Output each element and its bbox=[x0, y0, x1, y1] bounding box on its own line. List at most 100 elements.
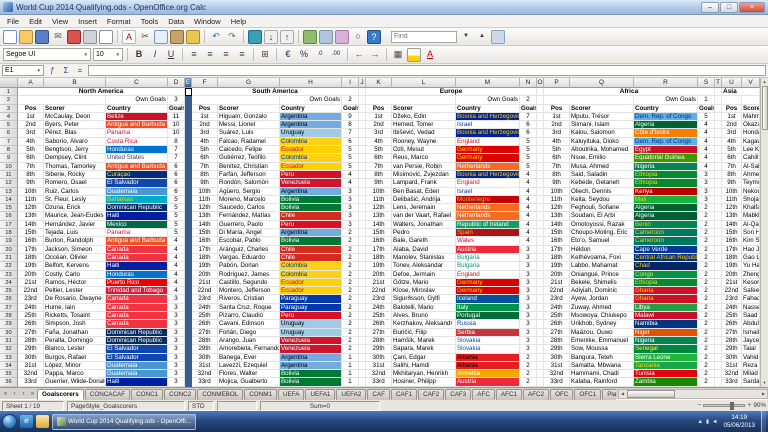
cell[interactable]: Own Goals bbox=[456, 96, 520, 105]
cell[interactable]: 6th bbox=[544, 154, 570, 163]
row-header-30[interactable]: 30 bbox=[0, 328, 18, 337]
cell[interactable]: 22nd bbox=[192, 287, 218, 296]
cell[interactable]: Algeria bbox=[634, 204, 698, 213]
cell[interactable]: Belfort, Kervens bbox=[44, 262, 106, 271]
cell[interactable]: 19th bbox=[366, 262, 392, 271]
cell[interactable]: 6th bbox=[366, 154, 392, 163]
cell[interactable]: Canada bbox=[106, 253, 168, 263]
cell[interactable]: Walters, Jonathan bbox=[392, 220, 456, 230]
cell[interactable]: Iceland bbox=[456, 295, 520, 304]
cell[interactable]: Rooney, Wayne bbox=[392, 137, 456, 147]
cell[interactable]: Argentina bbox=[280, 187, 342, 196]
cell[interactable]: 6 bbox=[168, 187, 185, 196]
horizontal-scrollbar[interactable]: ◀ ▶ bbox=[618, 388, 768, 399]
cell[interactable]: 27th bbox=[366, 328, 392, 337]
cell[interactable]: North America bbox=[18, 88, 185, 97]
italic-icon[interactable]: I bbox=[148, 48, 162, 62]
column-header-K[interactable]: K bbox=[366, 78, 392, 88]
cell[interactable]: 8 bbox=[168, 137, 185, 147]
cell[interactable]: 29th bbox=[192, 345, 218, 354]
cell[interactable]: Amorebieta, Fernando bbox=[218, 345, 280, 354]
align-center-icon[interactable]: ≡ bbox=[203, 48, 217, 62]
cell[interactable] bbox=[742, 96, 760, 105]
column-header-J[interactable]: J bbox=[359, 78, 366, 88]
cell[interactable]: Hao Ju bbox=[742, 245, 760, 254]
explorer-icon[interactable] bbox=[36, 415, 49, 428]
cell[interactable] bbox=[359, 170, 366, 180]
cell[interactable]: Cameroon bbox=[634, 229, 698, 238]
cell[interactable] bbox=[185, 336, 192, 346]
cell[interactable] bbox=[537, 262, 544, 271]
cell[interactable] bbox=[715, 287, 722, 296]
cell[interactable]: 2 bbox=[342, 336, 359, 346]
cell[interactable]: England bbox=[456, 137, 520, 147]
cell[interactable]: 1 bbox=[342, 361, 359, 371]
cell[interactable] bbox=[359, 121, 366, 130]
show-desktop-button[interactable] bbox=[761, 411, 766, 432]
cell[interactable]: Romero, Osael bbox=[44, 179, 106, 188]
sheet-tab-caf[interactable]: CAF bbox=[367, 388, 390, 400]
cell[interactable]: 17th bbox=[544, 245, 570, 254]
cell[interactable] bbox=[537, 270, 544, 279]
align-left-icon[interactable]: ≡ bbox=[187, 48, 201, 62]
column-header-B[interactable]: B bbox=[44, 78, 106, 88]
cell[interactable]: 29th bbox=[544, 345, 570, 354]
cell[interactable]: 19th bbox=[722, 262, 742, 271]
cell[interactable]: 6th bbox=[192, 154, 218, 163]
cell[interactable] bbox=[359, 378, 366, 387]
cell[interactable]: Argentina bbox=[280, 112, 342, 122]
menu-data[interactable]: Data bbox=[163, 17, 189, 26]
cell[interactable]: 19th bbox=[544, 262, 570, 271]
cell[interactable]: 4 bbox=[520, 212, 537, 221]
sheet-tab-concacaf[interactable]: CONCACAF bbox=[84, 388, 131, 400]
cell[interactable]: 10 bbox=[168, 121, 185, 130]
cell[interactable]: Al-Sah bbox=[742, 162, 760, 171]
sheet-tab-caf2[interactable]: CAF2 bbox=[418, 388, 445, 400]
cell[interactable]: Di María, Ángel bbox=[218, 229, 280, 238]
cell[interactable]: 5th bbox=[192, 146, 218, 155]
cell[interactable]: 2 bbox=[342, 229, 359, 238]
previous-sheet-icon[interactable]: ‹ bbox=[10, 391, 19, 397]
gallery-icon[interactable] bbox=[335, 29, 349, 44]
cell[interactable]: 8 bbox=[342, 121, 359, 130]
cell[interactable]: Khalfa bbox=[742, 204, 760, 213]
cell[interactable] bbox=[537, 162, 544, 171]
font-color-icon[interactable]: A bbox=[423, 48, 437, 62]
cell[interactable]: Malawi bbox=[634, 312, 698, 321]
bold-icon[interactable]: B bbox=[132, 48, 146, 62]
cell[interactable]: 23rd bbox=[722, 295, 742, 304]
cell[interactable]: Nasser bbox=[742, 303, 760, 313]
underline-icon[interactable]: U bbox=[164, 48, 178, 62]
cell[interactable]: 9th bbox=[722, 179, 742, 188]
cell[interactable]: Omotoyossi, Razak bbox=[570, 220, 634, 230]
column-header-L[interactable]: L bbox=[392, 78, 456, 88]
cell[interactable]: Rodríguez, James bbox=[218, 270, 280, 279]
row-header-26[interactable]: 26 bbox=[0, 295, 18, 304]
cell[interactable]: 3 bbox=[342, 195, 359, 205]
cell[interactable]: Falcao, Radamel bbox=[218, 137, 280, 147]
cell[interactable]: Emenike, Emmanuel bbox=[570, 336, 634, 346]
column-header-R[interactable]: R bbox=[634, 78, 698, 88]
cell[interactable] bbox=[185, 146, 192, 155]
cell[interactable]: 21st bbox=[722, 278, 742, 288]
cell[interactable]: 2nd bbox=[192, 121, 218, 130]
cell[interactable]: 3rd bbox=[366, 129, 392, 138]
cell[interactable]: 33rd bbox=[544, 378, 570, 387]
export-pdf-icon[interactable] bbox=[67, 29, 81, 44]
cell[interactable]: Bengtson, Jerry bbox=[44, 146, 106, 155]
cell[interactable] bbox=[537, 237, 544, 246]
cell[interactable]: Jaycee bbox=[742, 336, 760, 346]
menu-insert[interactable]: Insert bbox=[73, 17, 102, 26]
cell[interactable]: Bosnia and Herzegovina bbox=[456, 112, 520, 122]
cell[interactable]: 27th bbox=[544, 328, 570, 337]
cell[interactable]: Bolivia bbox=[280, 237, 342, 246]
cell[interactable]: Goals bbox=[168, 104, 185, 113]
cell[interactable]: 12th bbox=[18, 204, 44, 213]
cell[interactable]: 2 bbox=[698, 312, 715, 321]
new-document-icon[interactable] bbox=[3, 29, 17, 44]
row-header-4[interactable]: 4 bbox=[0, 112, 18, 122]
cell[interactable]: 8th bbox=[18, 170, 44, 180]
zoom-out-icon[interactable]: − bbox=[697, 402, 701, 409]
cell[interactable]: Paraguay bbox=[280, 303, 342, 313]
cell[interactable] bbox=[715, 112, 722, 122]
